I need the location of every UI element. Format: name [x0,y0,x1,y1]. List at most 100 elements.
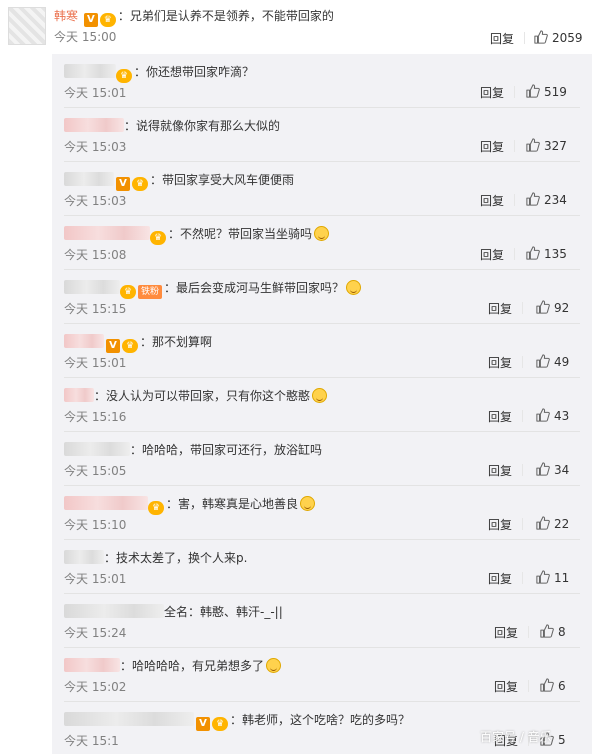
reply-text: 最后会变成河马生鲜带回家吗？ [176,281,345,295]
like-button[interactable]: 2059 [534,30,583,45]
reply-text: 说得就像你家有那么大似的 [136,119,281,133]
reply-item: ：技术太差了，换个人来p. 今天 15:01 回复 11 [52,540,592,594]
colon: ： [120,659,133,673]
reply-item: ♛ ：不然呢？带回家当坐骑吗 今天 15:08 回复 135 [52,216,592,270]
reply-button[interactable]: 回复 [488,408,512,425]
like-button[interactable]: 8 [540,624,566,639]
reply-button[interactable]: 回复 [494,678,518,695]
blurred-username[interactable] [64,658,120,672]
like-button[interactable]: 6 [540,678,566,693]
like-button[interactable]: 49 [536,354,569,369]
reply-button[interactable]: 回复 [480,192,504,209]
reply-item: 全名：韩憨、韩汗-_-|| 今天 15:24 回复 8 [52,594,592,648]
divider [514,194,515,206]
thumb-up-icon [526,246,540,260]
reply-button[interactable]: 回复 [488,570,512,587]
colon: ： [134,65,147,79]
reply-text-line: 全名：韩憨、韩汗-_-|| [64,602,283,622]
like-count: 519 [544,85,567,99]
like-button[interactable]: 327 [526,138,567,153]
laugh-emoji-icon [266,658,282,673]
blurred-username[interactable] [64,550,104,564]
like-button[interactable]: 22 [536,516,569,531]
like-count: 22 [554,517,570,531]
reply-text-line: ♛ 铁粉 ：最后会变成河马生鲜带回家吗？ [64,278,362,299]
blurred-username[interactable] [64,712,194,726]
reply-item: ♛ ：你还想带回家咋滴？ 今天 15:01 回复 519 [52,54,592,108]
reply-text-line: ♛ ：不然呢？带回家当坐骑吗 [64,224,330,245]
reply-button[interactable]: 回复 [488,516,512,533]
colon: ： [166,497,179,511]
blurred-username[interactable] [64,64,116,78]
reply-time: 今天 15:10 [64,518,127,532]
reply-button[interactable]: 回复 [494,624,518,641]
colon: ： [230,713,243,727]
member-crown-icon: ♛ [122,339,138,353]
reply-button[interactable]: 回复 [480,138,504,155]
reply-text: 不然呢？带回家当坐骑吗 [180,227,313,241]
username-link[interactable]: 韩寒 [54,9,78,23]
blurred-username[interactable] [64,172,114,186]
blurred-username[interactable] [64,334,104,348]
colon: ： [104,551,117,565]
divider [514,248,515,260]
reply-time: 今天 15:08 [64,248,127,262]
reply-item: ♛ ：害，韩寒真是心地善良 今天 15:10 回复 22 [52,486,592,540]
reply-item: ：哈哈哈哈，有兄弟想多了 今天 15:02 回复 6 [52,648,592,702]
blurred-username[interactable] [64,604,164,618]
like-button[interactable]: 135 [526,246,567,261]
like-button[interactable]: 34 [536,462,569,477]
blurred-username[interactable] [64,442,130,456]
replies-panel: ♛ ：你还想带回家咋滴？ 今天 15:01 回复 519 ：说得就像你家有那么大似… [52,54,592,754]
reply-time: 今天 15:03 [64,194,127,208]
colon: ： [140,335,153,349]
reply-text-line: V ♛ ：带回家享受大风车便便雨 [64,170,294,191]
reply-button[interactable]: 回复 [488,462,512,479]
verified-v-icon: V [116,177,130,191]
thumb-up-icon [536,462,550,476]
thumb-up-icon [536,300,550,314]
blurred-username[interactable] [64,118,124,132]
reply-button[interactable]: 回复 [480,84,504,101]
like-count: 92 [554,301,570,315]
blurred-username[interactable] [64,496,148,510]
thumb-up-icon [534,30,548,44]
member-crown-icon: ♛ [99,13,116,27]
blurred-username[interactable] [64,280,120,294]
reply-text: 哈哈哈，带回家可还行，放浴缸吗 [142,443,323,457]
blurred-username[interactable] [64,226,150,240]
like-button[interactable]: 92 [536,300,569,315]
reply-time: 今天 15:24 [64,626,127,640]
like-count: 8 [558,625,566,639]
reply-item: V ♛ ：带回家享受大风车便便雨 今天 15:03 回复 234 [52,162,592,216]
reply-item: ：说得就像你家有那么大似的 今天 15:03 回复 327 [52,108,592,162]
like-button[interactable]: 11 [536,570,569,585]
reply-time: 今天 15:16 [64,410,127,424]
member-crown-icon: ♛ [132,177,148,191]
like-count: 11 [554,571,570,585]
colon: ： [94,389,107,403]
smile-emoji-icon [300,496,316,511]
reply-button[interactable]: 回复 [488,300,512,317]
like-button[interactable]: 43 [536,408,569,423]
blurred-username[interactable] [64,388,94,402]
verified-v-icon: V [106,339,120,353]
like-count: 234 [544,193,567,207]
reply-item: ：没人认为可以带回家，只有你这个憨憨 今天 15:16 回复 43 [52,378,592,432]
member-crown-icon: ♛ [120,285,136,299]
divider [528,680,529,692]
thumb-up-icon [526,84,540,98]
reply-button[interactable]: 回复 [490,30,514,47]
thumb-up-icon [540,624,554,638]
avatar[interactable] [8,7,46,45]
colon: ： [124,119,137,133]
reply-time: 今天 15:01 [64,86,127,100]
divider [522,464,523,476]
like-button[interactable]: 234 [526,192,567,207]
reply-button[interactable]: 回复 [480,246,504,263]
thumb-up-icon [540,678,554,692]
reply-text-line: ♛ ：你还想带回家咋滴？ [64,62,254,83]
reply-text-line: V ♛ ：那不划算啊 [64,332,212,353]
reply-button[interactable]: 回复 [488,354,512,371]
like-button[interactable]: 519 [526,84,567,99]
